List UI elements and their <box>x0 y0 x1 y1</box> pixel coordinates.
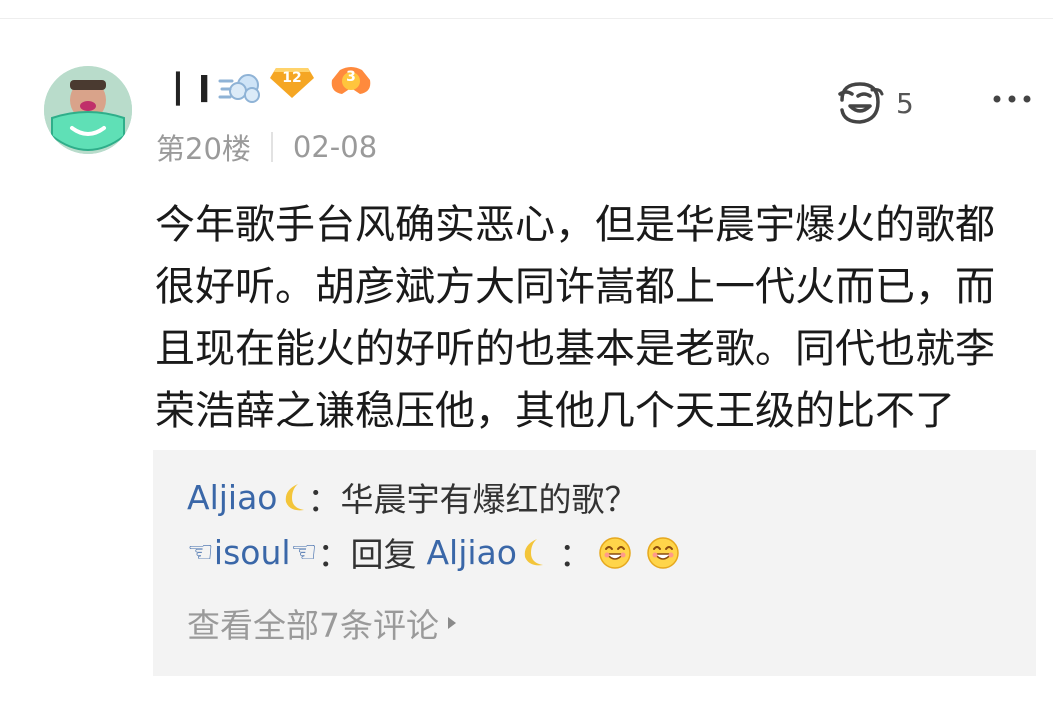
level-number: 12 <box>282 70 302 86</box>
reply-word: 回复 <box>350 535 417 574</box>
username-row[interactable]: 丨l <box>160 62 262 112</box>
username[interactable]: 丨l <box>160 61 212 113</box>
like-count: 5 <box>896 86 914 120</box>
meta-divider <box>270 132 273 162</box>
floor-label: 第20楼 <box>156 132 251 166</box>
like-face-icon <box>838 82 884 124</box>
post-content: 今年歌手台风确实恶心，但是华晨宇爆火的歌都 很好听。胡彦斌方大同许嵩都上一代火而… <box>155 194 1040 442</box>
level-badge[interactable]: 12 <box>270 66 314 98</box>
pointing-hand-icon: ☜ <box>187 534 214 570</box>
view-all-label[interactable]: 查看全部7条评论 <box>187 599 439 647</box>
pointing-hand-icon: ☜ <box>290 534 318 570</box>
reply-colon: ： <box>307 480 341 519</box>
crescent-moon-icon <box>285 484 304 511</box>
post-meta: 第20楼 02-08 <box>156 128 377 166</box>
top-divider <box>0 18 1053 19</box>
caret-right-icon <box>448 617 456 629</box>
post-date: 02-08 <box>292 130 378 164</box>
content-line: 且现在能火的好听的也基本是老歌。同代也就李 <box>155 326 995 372</box>
content-line: 今年歌手台风确实恶心，但是华晨宇爆火的歌都 <box>155 202 995 248</box>
view-all-comments-link[interactable]: 查看全部7条评论 <box>187 598 457 648</box>
crescent-moon-icon <box>524 539 543 566</box>
reply-text: 华晨宇有爆红的歌？ <box>340 480 638 519</box>
reply-item[interactable]: Aljiao ： 华晨宇有爆红的歌？ <box>187 472 638 522</box>
reply-text: ： <box>558 535 592 574</box>
dashing-away-icon <box>218 74 261 103</box>
like-button[interactable]: 5 <box>836 80 914 126</box>
fan-badge[interactable]: 3 <box>330 66 372 98</box>
content-line: 很好听。胡彦斌方大同许嵩都上一代火而已，而 <box>155 264 995 310</box>
reply-author[interactable]: Aljiao <box>187 478 278 517</box>
reply-to-user[interactable]: Aljiao <box>426 533 517 572</box>
grinning-emoji-icon <box>647 537 679 569</box>
grinning-emoji-icon <box>599 537 631 569</box>
content-line: 荣浩薛之谦稳压他，其他几个天王级的比不了 <box>155 388 955 434</box>
fan-level-number: 3 <box>346 69 356 85</box>
reply-preview-box[interactable]: Aljiao ： 华晨宇有爆红的歌？ ☜ isoul ☜ ： 回复 Aljiao… <box>153 450 1036 676</box>
reply-author[interactable]: isoul <box>214 533 291 572</box>
avatar[interactable] <box>44 66 132 154</box>
more-dots-icon[interactable] <box>992 92 1032 106</box>
reply-colon: ： <box>317 535 351 574</box>
reply-item[interactable]: ☜ isoul ☜ ： 回复 Aljiao ： <box>187 527 680 577</box>
